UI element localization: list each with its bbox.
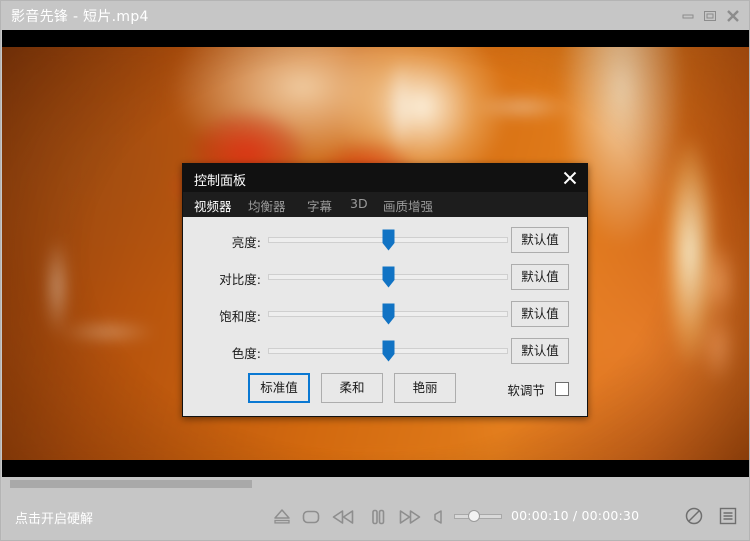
tab-equalizer[interactable]: 均衡器: [248, 196, 286, 215]
media-player-window: 影音先锋 - 短片.mp4: [0, 0, 750, 541]
contrast-slider[interactable]: [268, 262, 508, 292]
hue-thumb[interactable]: [382, 340, 395, 362]
soft-adjust-checkbox[interactable]: [555, 382, 569, 396]
dialog-title-bar: 控制面板: [183, 164, 587, 192]
dialog-close-icon[interactable]: [561, 169, 579, 187]
brightness-thumb[interactable]: [382, 229, 395, 251]
saturation-reset-button[interactable]: 默认值: [511, 301, 569, 327]
brightness-row: 亮度: 默认值: [183, 225, 587, 255]
contrast-thumb[interactable]: [382, 266, 395, 288]
hardware-decode-status[interactable]: 点击开启硬解: [15, 508, 93, 527]
brightness-reset-button[interactable]: 默认值: [511, 227, 569, 253]
volume-thumb[interactable]: [468, 510, 480, 522]
dialog-body: 亮度: 默认值 对比度:: [183, 217, 587, 416]
preset-standard-button[interactable]: 标准值: [248, 373, 310, 403]
speaker-icon[interactable]: [430, 507, 446, 531]
seek-progress-fill: [10, 480, 252, 488]
list-menu-icon[interactable]: [717, 505, 739, 527]
hue-reset-button[interactable]: 默认值: [511, 338, 569, 364]
tab-enhance[interactable]: 画质增强: [383, 196, 433, 215]
pause-icon[interactable]: [366, 505, 390, 529]
preset-button-row: 标准值 柔和 艳丽 软调节: [183, 373, 587, 405]
title-bar: 影音先锋 - 短片.mp4: [1, 1, 750, 30]
player-control-bar: 点击开启硬解: [2, 491, 750, 541]
contrast-label: 对比度:: [219, 269, 261, 288]
saturation-slider[interactable]: [268, 299, 508, 329]
brightness-label: 亮度:: [232, 232, 261, 251]
preset-soft-button[interactable]: 柔和: [321, 373, 383, 403]
soft-adjust-label: 软调节: [507, 383, 545, 398]
close-icon[interactable]: [724, 7, 742, 25]
stop-icon[interactable]: [299, 505, 323, 529]
dialog-title: 控制面板: [194, 170, 246, 189]
tab-video[interactable]: 视频器: [194, 196, 232, 215]
control-panel-dialog: 控制面板 视频器 均衡器 字幕 3D 画质增强 亮度:: [182, 163, 588, 417]
brightness-slider[interactable]: [268, 225, 508, 255]
saturation-label: 饱和度:: [219, 306, 261, 325]
window-title: 影音先锋 - 短片.mp4: [11, 6, 149, 26]
preset-vivid-button[interactable]: 艳丽: [394, 373, 456, 403]
hue-row: 色度: 默认值: [183, 336, 587, 366]
time-display: 00:00:10 / 00:00:30: [511, 508, 639, 523]
contrast-reset-button[interactable]: 默认值: [511, 264, 569, 290]
tab-subtitle[interactable]: 字幕: [307, 196, 332, 215]
tab-3d[interactable]: 3D: [350, 196, 368, 211]
saturation-thumb[interactable]: [382, 303, 395, 325]
maximize-icon[interactable]: [701, 7, 719, 25]
dialog-tab-bar: 视频器 均衡器 字幕 3D 画质增强: [183, 192, 587, 217]
volume-slider[interactable]: [454, 511, 502, 521]
hue-slider[interactable]: [268, 336, 508, 366]
soft-adjust-checkbox-group[interactable]: 软调节: [507, 379, 569, 399]
contrast-row: 对比度: 默认值: [183, 262, 587, 292]
previous-icon[interactable]: [330, 505, 354, 529]
hue-label: 色度:: [232, 343, 261, 362]
saturation-row: 饱和度: 默认值: [183, 299, 587, 329]
next-icon[interactable]: [397, 505, 421, 529]
seek-bar[interactable]: [2, 477, 750, 491]
minimize-icon[interactable]: [679, 7, 697, 25]
eject-icon[interactable]: [270, 505, 294, 529]
seek-track[interactable]: [10, 480, 744, 488]
circle-slash-icon[interactable]: [683, 505, 705, 527]
